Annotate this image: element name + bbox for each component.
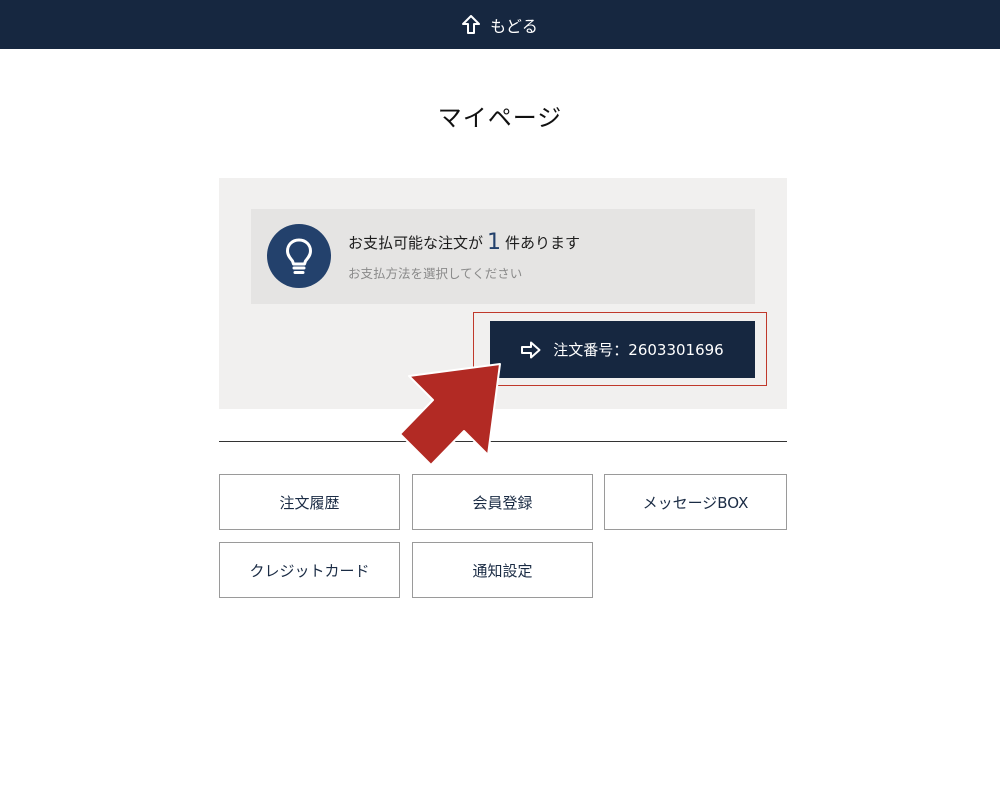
payment-notice: お支払可能な注文が 1 件あります お支払方法を選択してください bbox=[251, 209, 755, 304]
message-box-button[interactable]: メッセージBOX bbox=[604, 474, 787, 530]
order-count: 1 bbox=[487, 230, 502, 255]
back-button[interactable]: もどる bbox=[0, 0, 1000, 49]
section-divider bbox=[219, 441, 787, 442]
notification-settings-label: 通知設定 bbox=[472, 561, 533, 580]
notice-text-after: 件あります bbox=[505, 234, 581, 252]
notice-message: お支払可能な注文が 1 件あります bbox=[348, 230, 580, 255]
member-registration-button[interactable]: 会員登録 bbox=[412, 474, 593, 530]
credit-card-label: クレジットカード bbox=[249, 561, 370, 580]
payment-notice-card: お支払可能な注文が 1 件あります お支払方法を選択してください 注文番号：2603… bbox=[219, 178, 787, 409]
notice-text-before: お支払可能な注文が bbox=[348, 234, 484, 252]
order-number-button[interactable]: 注文番号：2603301696 bbox=[490, 321, 755, 378]
notice-subtext: お支払方法を選択してください bbox=[348, 266, 523, 281]
credit-card-button[interactable]: クレジットカード bbox=[219, 542, 400, 598]
lightbulb-icon bbox=[267, 224, 331, 288]
back-label: もどる bbox=[490, 16, 538, 36]
member-registration-label: 会員登録 bbox=[472, 493, 533, 512]
arrow-up-icon bbox=[462, 14, 481, 34]
arrow-right-icon bbox=[521, 341, 541, 358]
notification-settings-button[interactable]: 通知設定 bbox=[412, 542, 593, 598]
message-box-label: メッセージBOX bbox=[642, 493, 749, 512]
order-history-button[interactable]: 注文履歴 bbox=[219, 474, 400, 530]
order-history-label: 注文履歴 bbox=[279, 493, 340, 512]
page-title: マイページ bbox=[437, 104, 563, 132]
order-number-label: 注文番号：2603301696 bbox=[553, 341, 724, 359]
